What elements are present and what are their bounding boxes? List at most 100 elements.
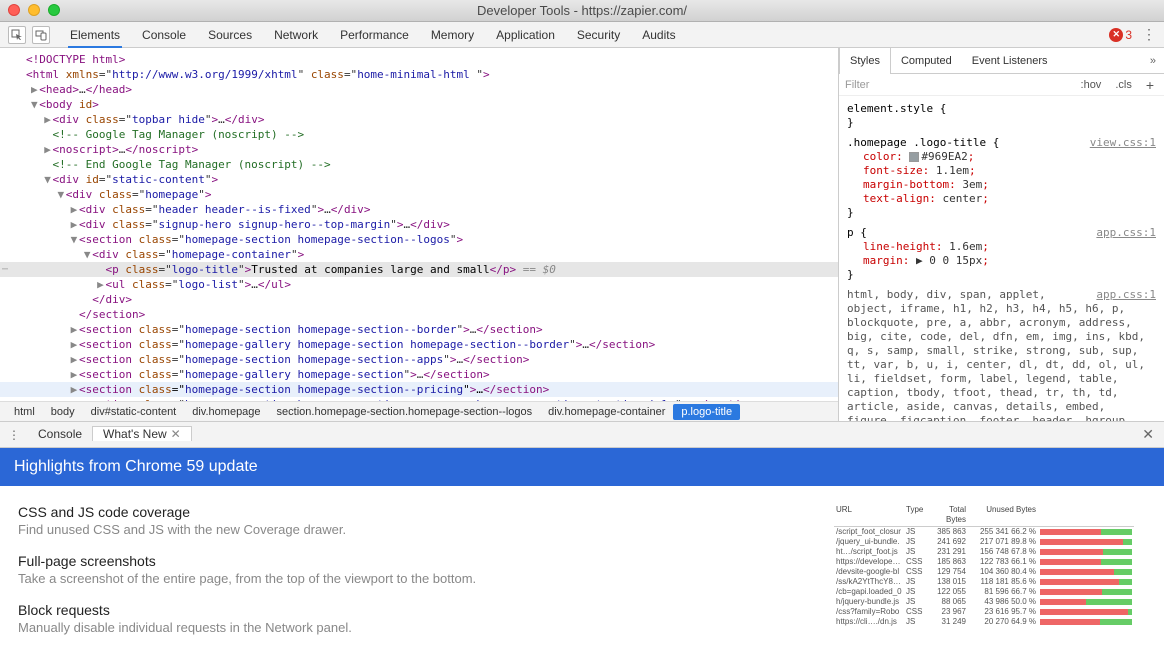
styles-tabs-overflow-icon[interactable]: »	[1142, 48, 1164, 73]
breadcrumb-item[interactable]: div#static-content	[83, 404, 185, 420]
panel-tabs: Elements Console Sources Network Performance…	[68, 22, 678, 48]
dom-node[interactable]: ▶<section class="homepage-section homepa…	[0, 352, 838, 367]
error-count: 3	[1125, 28, 1132, 42]
dom-node[interactable]: ▶<head>…</head>	[0, 82, 838, 97]
minimize-window-button[interactable]	[28, 4, 40, 16]
drawer-tab-console[interactable]: Console	[28, 427, 92, 441]
close-window-button[interactable]	[8, 4, 20, 16]
feature-description: Find unused CSS and JS with the new Cove…	[18, 522, 814, 537]
dom-node[interactable]: ▼<div class="homepage">	[0, 187, 838, 202]
error-counter[interactable]: ✕ 3	[1109, 28, 1132, 42]
breadcrumb[interactable]: htmlbodydiv#static-contentdiv.homepagese…	[0, 401, 838, 421]
tab-audits[interactable]: Audits	[640, 22, 677, 48]
styles-tabs: StylesComputedEvent Listeners »	[839, 48, 1164, 74]
coverage-row: h/jquery-bundle.jsJS88 06543 986 50.0 %	[834, 597, 1134, 607]
devtools-toolbar: Elements Console Sources Network Performance…	[0, 22, 1164, 48]
hov-toggle[interactable]: :hov	[1077, 78, 1106, 92]
coverage-row: /devsite-google-blCSS129 754104 360 80.4…	[834, 567, 1134, 577]
tab-security[interactable]: Security	[575, 22, 622, 48]
drawer-tab-what-s-new[interactable]: What's New✕	[92, 426, 192, 441]
tab-console[interactable]: Console	[140, 22, 188, 48]
feature-title: Block requests	[18, 602, 814, 618]
dom-node[interactable]: </div>	[0, 292, 838, 307]
dom-node[interactable]: ▼<div class="homepage-container">	[0, 247, 838, 262]
dom-node[interactable]: ▶<section class="homepage-gallery homepa…	[0, 367, 838, 382]
coverage-row: /script_foot_closurJS385 863255 341 66.2…	[834, 527, 1134, 537]
feature-title: Full-page screenshots	[18, 553, 814, 569]
breadcrumb-item[interactable]: div.homepage	[184, 404, 268, 420]
tab-elements[interactable]: Elements	[68, 22, 122, 48]
dom-node[interactable]: </section>	[0, 307, 838, 322]
filter-input[interactable]: Filter	[845, 79, 1071, 91]
dom-node[interactable]: ▶<div class="signup-hero signup-hero--to…	[0, 217, 838, 232]
styles-tab-computed[interactable]: Computed	[891, 48, 962, 73]
tab-memory[interactable]: Memory	[429, 22, 476, 48]
breadcrumb-item[interactable]: section.homepage-section.homepage-sectio…	[269, 404, 541, 420]
tab-network[interactable]: Network	[272, 22, 320, 48]
window-titlebar: Developer Tools - https://zapier.com/	[0, 0, 1164, 22]
breadcrumb-item[interactable]: body	[43, 404, 83, 420]
dom-node[interactable]: ▶<noscript>…</noscript>	[0, 142, 838, 157]
elements-panel: <!DOCTYPE html> <html xmlns="http://www.…	[0, 48, 838, 421]
coverage-row: /cb=gapi.loaded_0JS122 05581 596 66.7 %	[834, 587, 1134, 597]
breadcrumb-item[interactable]: p.logo-title	[673, 404, 740, 420]
breadcrumb-item[interactable]: html	[6, 404, 43, 420]
dom-node[interactable]: ▼<div id="static-content">	[0, 172, 838, 187]
coverage-row: https://cli…./dn.jsJS31 24920 270 64.9 %	[834, 617, 1134, 627]
zoom-window-button[interactable]	[48, 4, 60, 16]
coverage-row: /jquery_ui-bundle.JS241 692217 071 89.8 …	[834, 537, 1134, 547]
drawer-tabs: ⋮ ConsoleWhat's New✕ ✕	[0, 422, 1164, 448]
style-rules[interactable]: element.style {} view.css:1.homepage .log…	[839, 96, 1164, 421]
coverage-row: /css?family=RoboCSS23 96723 616 95.7 %	[834, 607, 1134, 617]
feature-description: Manually disable individual requests in …	[18, 620, 814, 635]
drawer-menu-icon[interactable]: ⋮	[0, 428, 28, 442]
drawer-tab-close-icon[interactable]: ✕	[171, 427, 181, 441]
device-toggle-icon[interactable]	[32, 26, 50, 44]
styles-panel: StylesComputedEvent Listeners » Filter :h…	[838, 48, 1164, 421]
window-title: Developer Tools - https://zapier.com/	[477, 3, 687, 18]
coverage-preview: URLTypeTotal BytesUnused Bytes/script_fo…	[834, 504, 1134, 651]
feature-description: Take a screenshot of the entire page, fr…	[18, 571, 814, 586]
breadcrumb-item[interactable]: div.homepage-container	[540, 404, 673, 420]
tab-application[interactable]: Application	[494, 22, 557, 48]
whats-new-banner: Highlights from Chrome 59 update	[0, 448, 1164, 486]
element-picker-icon[interactable]	[8, 26, 26, 44]
styles-tab-event-listeners[interactable]: Event Listeners	[962, 48, 1058, 73]
dom-node[interactable]: ▶<section class="homepage-gallery homepa…	[0, 337, 838, 352]
inspect-tools	[8, 26, 50, 44]
rule-source-link[interactable]: app.css:1	[1096, 226, 1156, 240]
styles-tab-styles[interactable]: Styles	[839, 48, 891, 74]
dom-node[interactable]: <!-- End Google Tag Manager (noscript) -…	[0, 157, 838, 172]
dom-node[interactable]: ▶<div class="header header--is-fixed">…<…	[0, 202, 838, 217]
dom-node[interactable]: ▼<body id>	[0, 97, 838, 112]
styles-filter-bar: Filter :hov .cls +	[839, 74, 1164, 96]
drawer-close-icon[interactable]: ✕	[1132, 426, 1164, 443]
dom-node[interactable]: ▶<div class="topbar hide">…</div>	[0, 112, 838, 127]
dom-node[interactable]: ▼<section class="homepage-section homepa…	[0, 232, 838, 247]
css-rule[interactable]: view.css:1.homepage .logo-title {color: …	[847, 136, 1156, 220]
css-rule[interactable]: element.style {}	[847, 102, 1156, 130]
tab-sources[interactable]: Sources	[206, 22, 254, 48]
rule-source-link[interactable]: app.css:1	[1096, 288, 1156, 302]
dom-node[interactable]: ▶<ul class="logo-list">…</ul>	[0, 277, 838, 292]
dom-node[interactable]: ▶<section class="homepage-section homepa…	[0, 322, 838, 337]
css-rule[interactable]: app.css:1p {line-height: 1.6em;margin: ▶…	[847, 226, 1156, 282]
dom-node[interactable]: <html xmlns="http://www.w3.org/1999/xhtm…	[0, 67, 838, 82]
coverage-row: ht…/script_foot.jsJS231 291156 748 67.8 …	[834, 547, 1134, 557]
feature-title: CSS and JS code coverage	[18, 504, 814, 520]
error-icon: ✕	[1109, 28, 1123, 42]
dom-tree[interactable]: <!DOCTYPE html> <html xmlns="http://www.…	[0, 48, 838, 401]
whats-new-features: CSS and JS code coverage Find unused CSS …	[18, 504, 814, 651]
main-menu-icon[interactable]: ⋮	[1142, 26, 1156, 43]
traffic-lights	[8, 4, 60, 16]
rule-source-link[interactable]: view.css:1	[1090, 136, 1156, 150]
dom-node[interactable]: <!-- Google Tag Manager (noscript) -->	[0, 127, 838, 142]
dom-node[interactable]: ▶<section class="homepage-section homepa…	[0, 382, 838, 397]
dom-node[interactable]: <p class="logo-title">Trusted at compani…	[0, 262, 838, 277]
dom-node[interactable]: <!DOCTYPE html>	[0, 52, 838, 67]
coverage-row: https://developer…CSS185 863122 783 66.1…	[834, 557, 1134, 567]
css-rule[interactable]: app.css:1html, body, div, span, applet, …	[847, 288, 1156, 421]
new-rule-icon[interactable]: +	[1142, 76, 1158, 94]
tab-performance[interactable]: Performance	[338, 22, 411, 48]
cls-toggle[interactable]: .cls	[1111, 78, 1136, 92]
